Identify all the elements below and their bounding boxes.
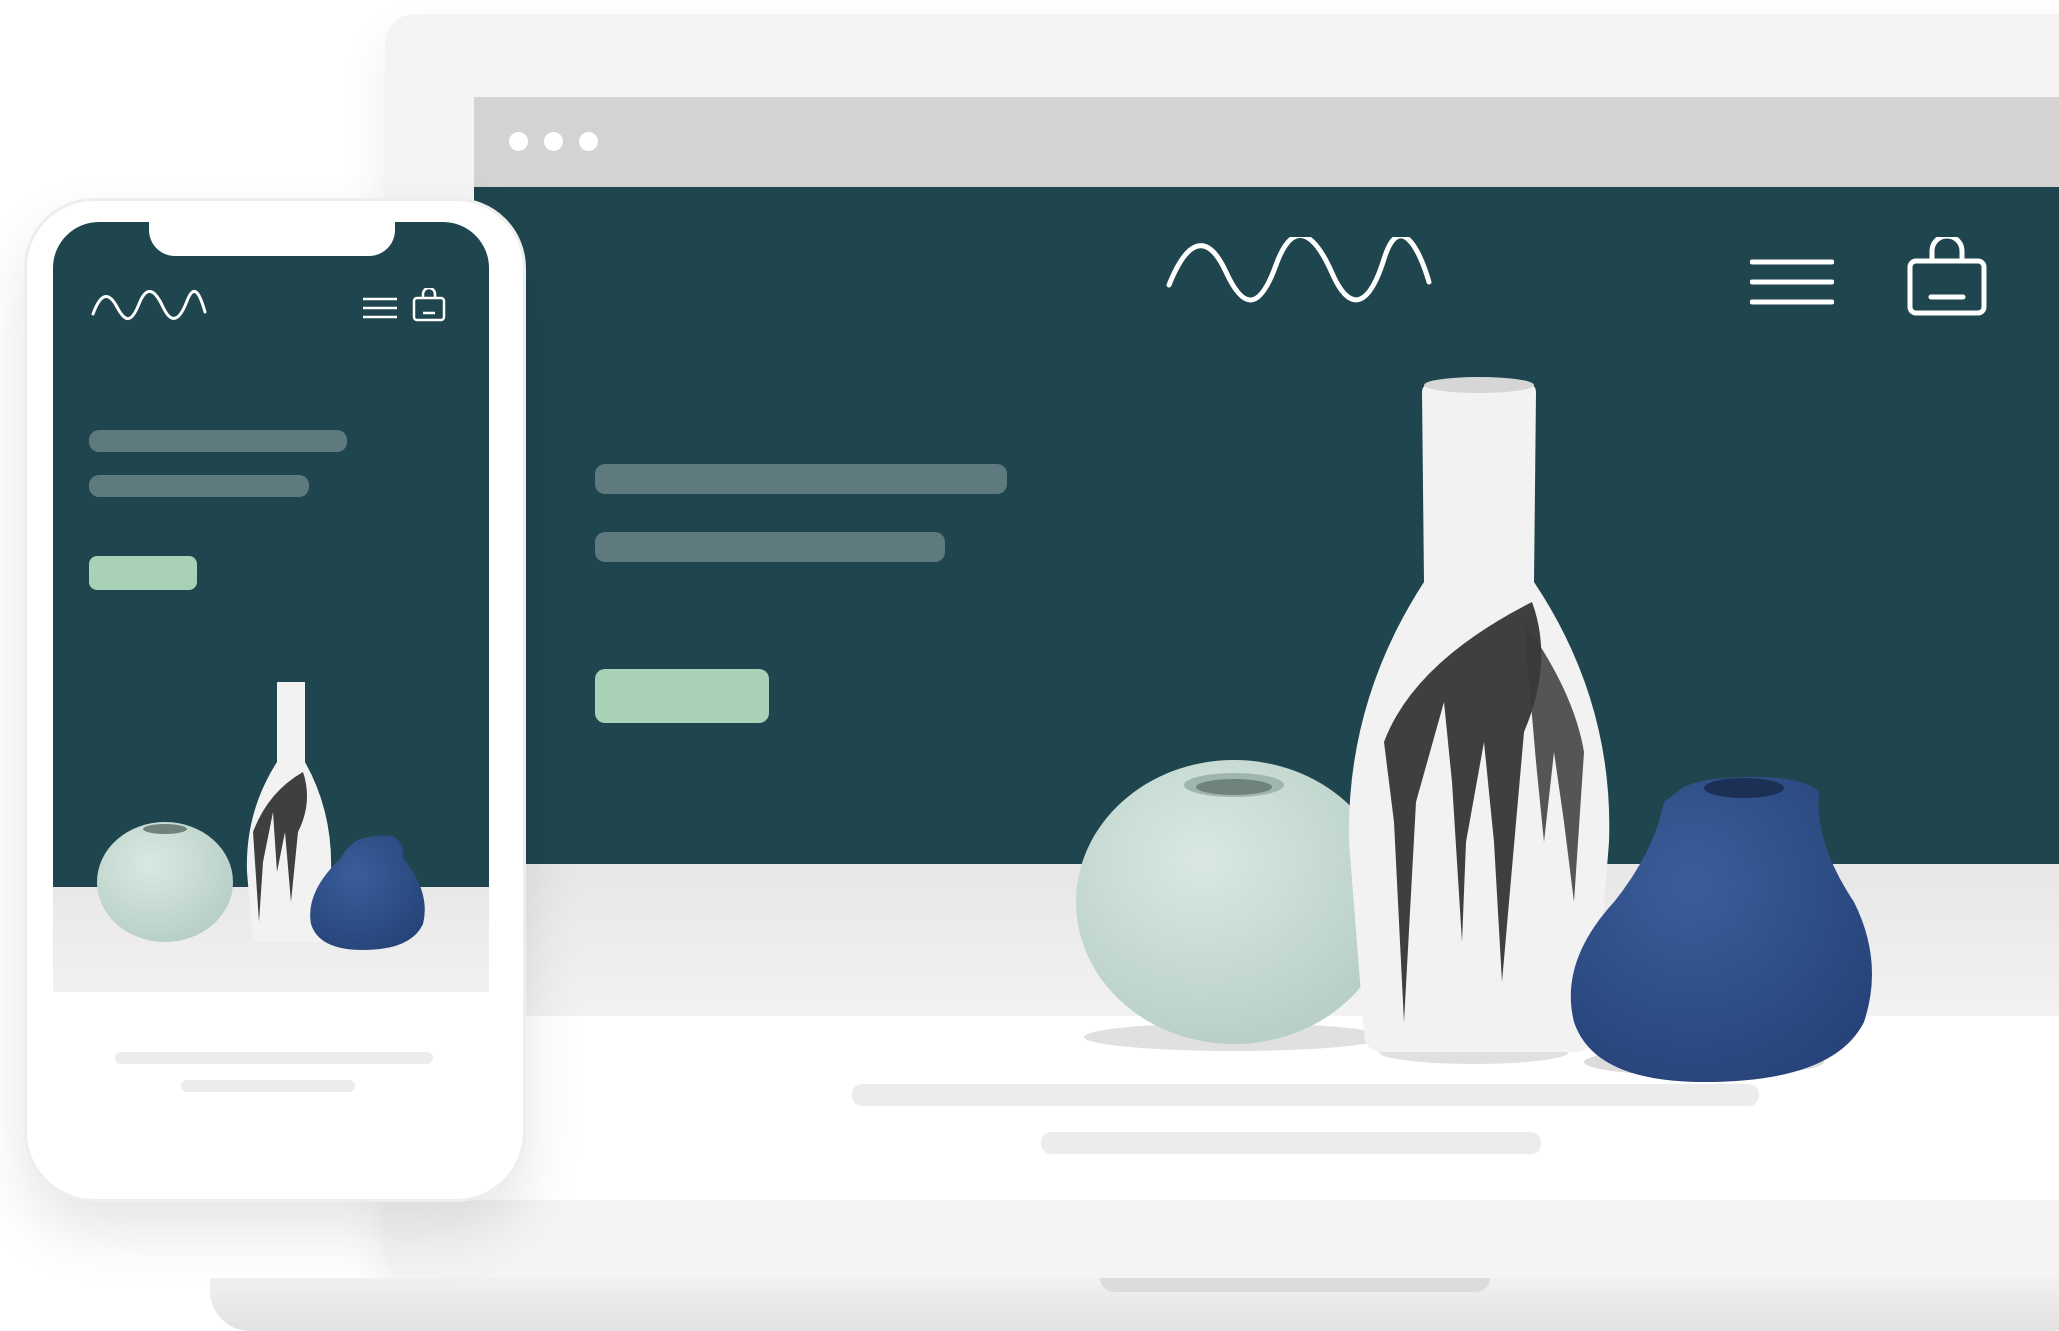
mobile-content-line-placeholder [115,1052,433,1064]
hero-cta-button[interactable] [595,669,769,723]
content-line-placeholder [1041,1132,1541,1154]
vases-product-image [97,682,425,950]
shopping-bag-icon[interactable] [412,288,446,322]
laptop-hinge-notch [1100,1278,1490,1292]
mobile-content-line-placeholder [181,1080,355,1092]
hero-headline-placeholder [595,464,1007,494]
browser-title-bar [474,97,2059,187]
hero-subheadline-placeholder [595,532,945,562]
content-line-placeholder [852,1084,1759,1106]
hamburger-menu-icon[interactable] [362,296,398,320]
phone-notch [149,222,395,256]
wave-logo-icon[interactable] [91,290,207,324]
mobile-cta-button[interactable] [89,556,197,590]
mobile-subheadline-placeholder [89,475,309,497]
phone-screen [53,222,489,1168]
window-control-dot[interactable] [544,132,563,151]
desktop-browser-window [474,97,2059,1200]
window-control-dot[interactable] [509,132,528,151]
window-control-dot[interactable] [579,132,598,151]
mobile-headline-placeholder [89,430,347,452]
vases-product-image [1076,377,1872,1082]
